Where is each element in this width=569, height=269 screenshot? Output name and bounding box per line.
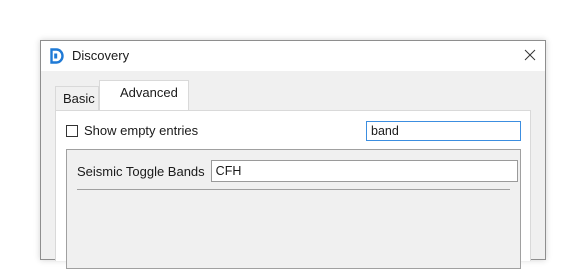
seismic-toggle-bands-label: Seismic Toggle Bands — [77, 163, 205, 179]
show-empty-entries-label: Show empty entries — [84, 123, 199, 138]
discovery-dialog: Discovery Basic Advanced Show empty entr… — [40, 40, 546, 269]
tab-advanced[interactable]: Advanced — [99, 80, 189, 110]
advanced-tab-panel: Show empty entries Seismic Toggle Bands — [55, 110, 531, 269]
entries-group: Seismic Toggle Bands — [66, 149, 521, 269]
tab-basic[interactable]: Basic — [55, 86, 99, 110]
seismic-toggle-bands-input[interactable] — [210, 160, 518, 182]
close-icon — [524, 49, 536, 64]
close-button[interactable] — [515, 41, 545, 71]
field-divider — [77, 189, 510, 190]
discovery-logo-icon — [50, 48, 64, 64]
show-empty-entries-checkbox-row[interactable]: Show empty entries — [66, 123, 198, 138]
show-empty-entries-checkbox[interactable] — [66, 124, 78, 137]
title-bar[interactable]: Discovery — [41, 41, 545, 71]
filter-search-input[interactable] — [366, 121, 521, 141]
field-row-seismic-toggle-bands: Seismic Toggle Bands — [77, 160, 518, 182]
window-title: Discovery — [72, 48, 130, 63]
